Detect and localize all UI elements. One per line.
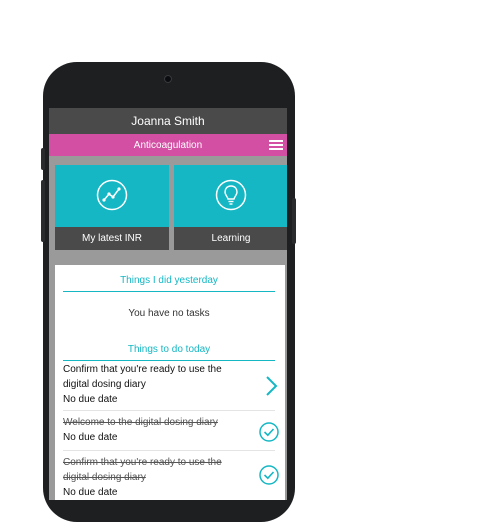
- user-header: Joanna Smith: [49, 108, 287, 134]
- front-camera: [164, 75, 172, 83]
- check-circle-icon: [259, 465, 279, 485]
- lightbulb-icon: [215, 179, 247, 211]
- content-area: My latest INR Learning Things I did yest…: [49, 156, 287, 500]
- task-title: Confirm that you're ready to use the dig…: [63, 364, 222, 390]
- volume-up-button: [41, 148, 45, 170]
- task-divider: [63, 410, 275, 411]
- today-heading: Things to do today: [127, 344, 211, 355]
- section-header: Anticoagulation: [49, 134, 287, 156]
- chevron-right-icon[interactable]: [263, 374, 279, 398]
- section-rule: [63, 291, 275, 292]
- check-circle-icon: [259, 422, 279, 442]
- tile-label: Learning: [174, 227, 287, 250]
- yesterday-heading: Things I did yesterday: [120, 275, 218, 286]
- task-divider: [63, 450, 275, 451]
- tasks-card: Things I did yesterday You have no tasks…: [55, 265, 285, 500]
- task-due: No due date: [63, 394, 118, 405]
- tile-label: My latest INR: [55, 227, 169, 250]
- tile-latest-inr[interactable]: My latest INR: [55, 165, 169, 250]
- task-due: No due date: [63, 432, 118, 443]
- line-chart-icon: [96, 179, 128, 211]
- task-title: Confirm that you're ready to use the dig…: [63, 457, 222, 483]
- task-due: No due date: [63, 487, 118, 498]
- app-screen: Joanna Smith Anticoagulation My latest I…: [49, 108, 287, 500]
- no-tasks-message: You have no tasks: [128, 308, 210, 319]
- section-title: Anticoagulation: [133, 139, 203, 151]
- power-button: [292, 198, 296, 244]
- volume-down-button: [41, 180, 45, 242]
- user-name: Joanna Smith: [131, 114, 205, 128]
- tile-learning[interactable]: Learning: [174, 165, 287, 250]
- hamburger-icon[interactable]: [269, 138, 283, 152]
- task-item[interactable]: Confirm that you're ready to use the dig…: [63, 455, 275, 500]
- task-title: Welcome to the digital dosing diary: [63, 417, 218, 428]
- task-item[interactable]: Welcome to the digital dosing diary No d…: [63, 415, 275, 445]
- task-item[interactable]: Confirm that you're ready to use the dig…: [63, 362, 275, 407]
- section-rule: [63, 360, 275, 361]
